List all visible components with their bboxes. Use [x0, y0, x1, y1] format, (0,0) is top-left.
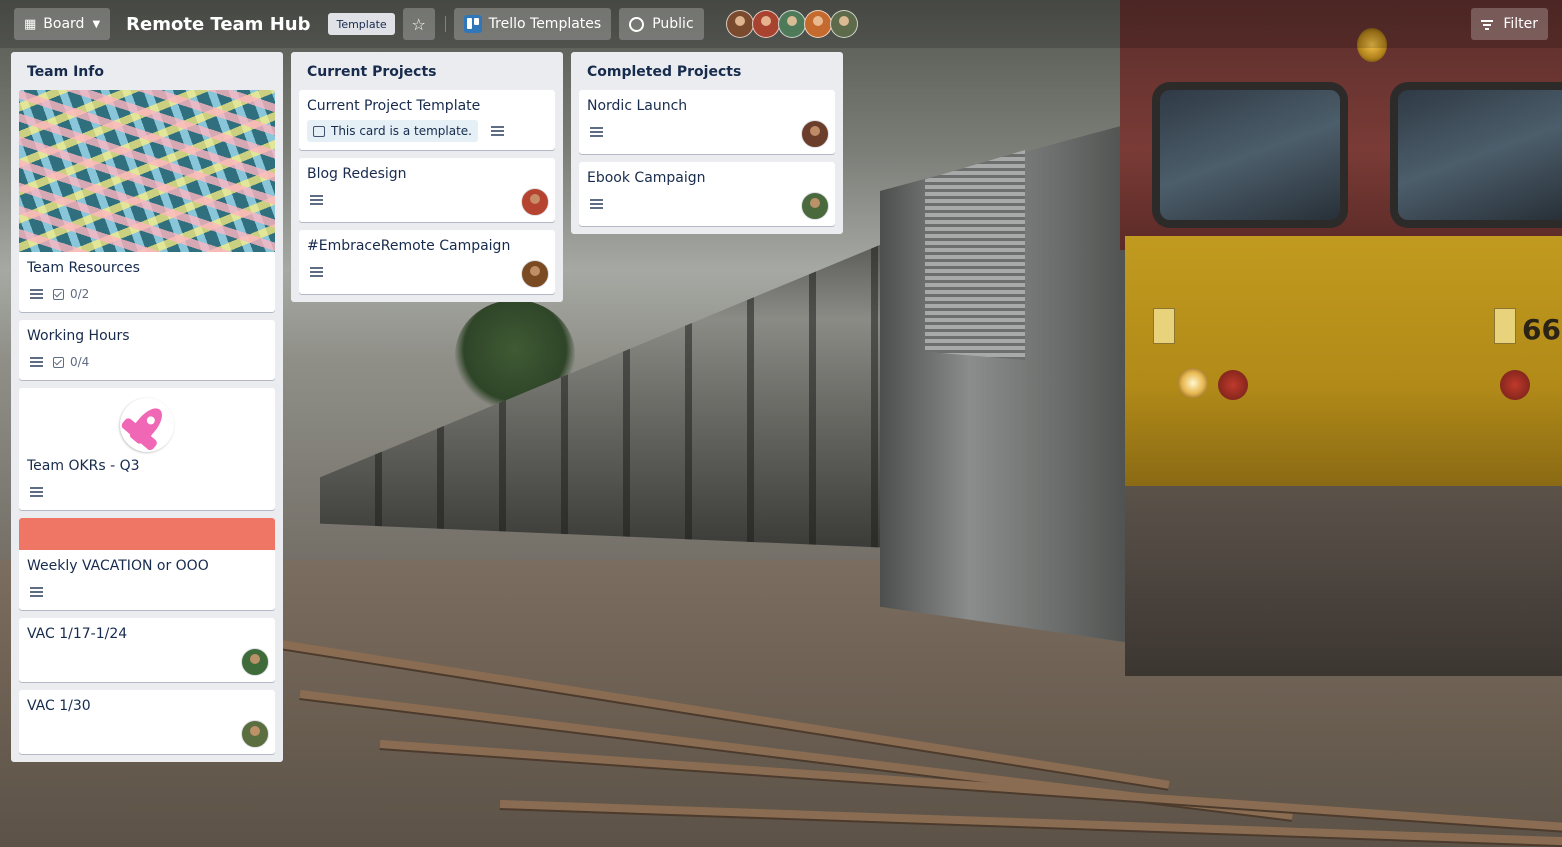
card-working-hours[interactable]: Working Hours 0/4 — [19, 320, 275, 380]
card-title: VAC 1/17-1/24 — [27, 626, 128, 642]
card-cover-color — [19, 518, 275, 550]
filter-button[interactable]: Filter — [1471, 8, 1548, 40]
description-icon — [30, 587, 43, 597]
checklist-icon — [53, 356, 64, 368]
card-ebook-campaign[interactable]: Ebook Campaign — [579, 162, 835, 226]
card-member-avatar[interactable] — [521, 260, 549, 288]
locomotive-front — [1125, 236, 1562, 486]
card-title: Team Resources — [27, 260, 140, 276]
list-current-projects: Current Projects Current Project Templat… — [291, 52, 563, 302]
workspace-button[interactable]: Trello Templates — [453, 8, 612, 40]
board-title[interactable]: Remote Team Hub — [126, 14, 310, 35]
board-header: ▦ Board ▼ Remote Team Hub Template ☆ Tre… — [0, 0, 1562, 48]
card-member-avatar[interactable] — [801, 120, 829, 148]
description-icon — [310, 267, 323, 277]
member-avatar[interactable] — [751, 10, 780, 38]
description-icon — [30, 289, 43, 299]
card-vac-0117[interactable]: VAC 1/17-1/24 — [19, 618, 275, 682]
card-title: Working Hours — [27, 328, 130, 344]
checklist-count: 0/4 — [70, 355, 90, 369]
checklist-badge: 0/4 — [53, 355, 89, 369]
board-members — [725, 10, 858, 38]
card-member-avatar[interactable] — [241, 720, 269, 748]
description-icon — [30, 357, 43, 367]
card-team-resources[interactable]: Team Resources 0/2 — [19, 90, 275, 312]
locomotive-vents — [925, 150, 1025, 360]
member-avatar[interactable] — [829, 10, 858, 38]
card-member-avatar[interactable] — [801, 192, 829, 220]
filter-icon — [1481, 19, 1494, 30]
trello-logo-icon — [463, 15, 482, 33]
board-switcher-button[interactable]: ▦ Board ▼ — [14, 8, 111, 40]
rocket-icon — [108, 388, 186, 464]
card-blog-redesign[interactable]: Blog Redesign — [299, 158, 555, 222]
chevron-down-icon: ▼ — [92, 18, 101, 30]
card-title: Nordic Launch — [587, 98, 688, 114]
member-avatar[interactable] — [803, 10, 832, 38]
card-nordic-launch[interactable]: Nordic Launch — [579, 90, 835, 154]
card-member-avatar[interactable] — [241, 648, 269, 676]
description-icon — [590, 127, 603, 137]
template-badge: Template — [328, 13, 395, 35]
header-divider — [444, 16, 446, 32]
star-icon: ☆ — [411, 14, 426, 34]
workspace-label: Trello Templates — [488, 16, 602, 32]
description-icon — [30, 487, 43, 497]
warning-sign — [1153, 308, 1175, 344]
card-vac-0130[interactable]: VAC 1/30 — [19, 690, 275, 754]
card-embraceremote-campaign[interactable]: #EmbraceRemote Campaign — [299, 230, 555, 294]
board-icon: ▦ — [24, 16, 37, 32]
cab-window-right — [1390, 82, 1562, 228]
member-avatar[interactable] — [725, 10, 754, 38]
template-icon — [313, 125, 325, 137]
locomotive-buffer — [1125, 486, 1562, 676]
description-icon — [310, 195, 323, 205]
warning-sign — [1494, 308, 1516, 344]
description-icon — [590, 199, 603, 209]
card-title: Weekly VACATION or OOO — [27, 558, 209, 574]
card-title: Current Project Template — [307, 98, 481, 114]
card-title: Team OKRs - Q3 — [27, 458, 140, 474]
list-team-info: Team Info Team Resources 0/2 Working Hou… — [11, 52, 283, 762]
list-title[interactable]: Team Info — [19, 52, 275, 90]
card-title: #EmbraceRemote Campaign — [307, 238, 511, 254]
globe-icon — [629, 16, 645, 32]
tail-light — [1218, 370, 1248, 400]
checklist-icon — [53, 288, 64, 300]
list-completed-projects: Completed Projects Nordic Launch Ebook C… — [571, 52, 843, 234]
list-title[interactable]: Current Projects — [299, 52, 555, 90]
cab-window-left — [1152, 82, 1348, 228]
card-title: VAC 1/30 — [27, 698, 91, 714]
template-chip-label: This card is a template. — [331, 124, 472, 138]
card-cover-image — [19, 90, 275, 252]
card-title: Blog Redesign — [307, 166, 407, 182]
card-current-project-template[interactable]: Current Project Template This card is a … — [299, 90, 555, 150]
card-sticker — [27, 388, 267, 464]
card-weekly-vacation[interactable]: Weekly VACATION or OOO — [19, 518, 275, 610]
star-button[interactable]: ☆ — [402, 8, 435, 40]
tail-light — [1500, 370, 1530, 400]
card-title: Ebook Campaign — [587, 170, 706, 186]
visibility-button[interactable]: Public — [619, 8, 704, 40]
headlight — [1178, 368, 1208, 398]
checklist-badge: 0/2 — [53, 287, 89, 301]
visibility-label: Public — [652, 16, 694, 32]
description-icon — [491, 126, 504, 136]
checklist-count: 0/2 — [70, 287, 90, 301]
locomotive-number: 660 — [1522, 313, 1562, 346]
card-team-okrs[interactable]: Team OKRs - Q3 — [19, 388, 275, 510]
board-switcher-label: Board — [43, 16, 85, 32]
template-chip: This card is a template. — [307, 120, 478, 142]
list-title[interactable]: Completed Projects — [579, 52, 835, 90]
card-member-avatar[interactable] — [521, 188, 549, 216]
filter-label: Filter — [1503, 16, 1538, 32]
member-avatar[interactable] — [777, 10, 806, 38]
